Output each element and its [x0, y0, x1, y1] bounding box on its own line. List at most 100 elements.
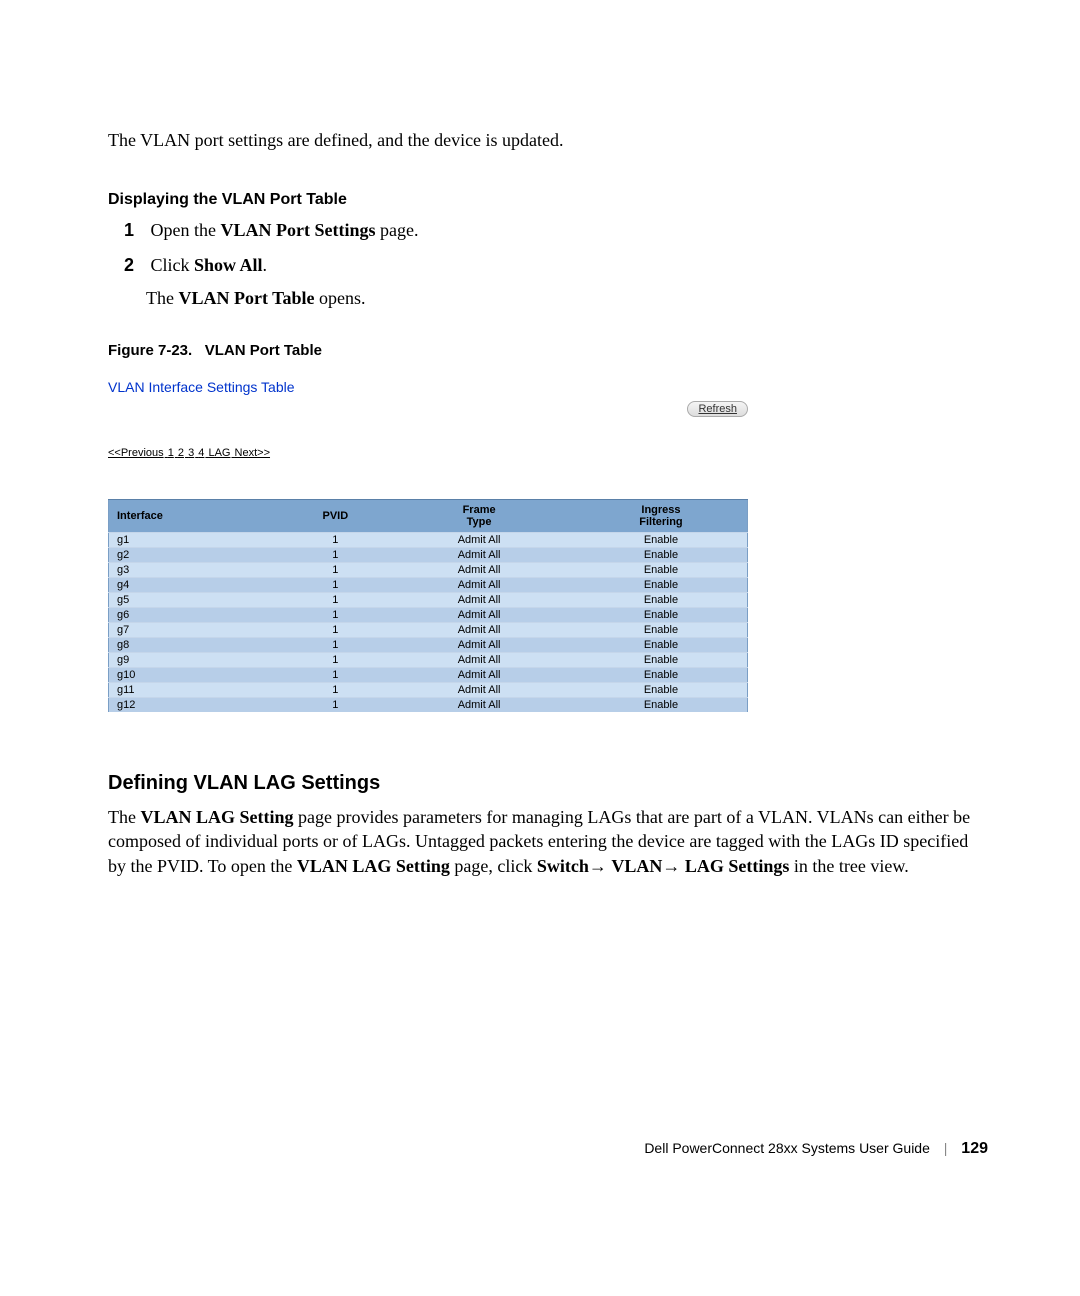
step-text-post: .	[263, 255, 268, 275]
col-interface-header: Interface	[109, 500, 288, 533]
pager-next-link[interactable]: Next>>	[235, 447, 270, 459]
screenshot-title: VLAN Interface Settings Table	[108, 379, 748, 395]
cell-pvid: 1	[287, 578, 383, 593]
step-text-pre: Open the	[151, 220, 221, 240]
cell-pvid: 1	[287, 548, 383, 563]
step-number: 1	[108, 217, 134, 244]
figure-caption: Figure 7-23. VLAN Port Table	[108, 342, 980, 359]
table-row: g21Admit AllEnable	[109, 548, 748, 563]
cell-interface: g11	[109, 683, 288, 698]
col-ingress-header: IngressFiltering	[575, 500, 748, 533]
cell-pvid: 1	[287, 563, 383, 578]
step-result-bold: VLAN Port Table	[178, 288, 314, 308]
cell-ingress-filtering: Enable	[575, 653, 748, 668]
cell-interface: g12	[109, 698, 288, 713]
section-heading-display-vlan-port-table: Displaying the VLAN Port Table	[108, 191, 980, 209]
step-result-pre: The	[146, 288, 178, 308]
cell-interface: g4	[109, 578, 288, 593]
cell-frame-type: Admit All	[383, 548, 575, 563]
footer-separator: |	[944, 1140, 948, 1156]
cell-ingress-filtering: Enable	[575, 578, 748, 593]
cell-interface: g2	[109, 548, 288, 563]
step-text-bold: VLAN Port Settings	[220, 220, 375, 240]
cell-frame-type: Admit All	[383, 608, 575, 623]
cell-pvid: 1	[287, 638, 383, 653]
table-row: g111Admit AllEnable	[109, 683, 748, 698]
cell-frame-type: Admit All	[383, 653, 575, 668]
cell-pvid: 1	[287, 653, 383, 668]
step-item: 1 Open the VLAN Port Settings page.	[108, 217, 980, 244]
table-row: g51Admit AllEnable	[109, 593, 748, 608]
cell-frame-type: Admit All	[383, 533, 575, 548]
cell-frame-type: Admit All	[383, 623, 575, 638]
pager-page-3-link[interactable]: 3	[188, 447, 194, 459]
section-heading-defining-vlan-lag: Defining VLAN LAG Settings	[108, 772, 980, 795]
cell-ingress-filtering: Enable	[575, 668, 748, 683]
step-text-post: page.	[375, 220, 418, 240]
cell-pvid: 1	[287, 593, 383, 608]
cell-ingress-filtering: Enable	[575, 698, 748, 713]
cell-pvid: 1	[287, 623, 383, 638]
steps-list: 1 Open the VLAN Port Settings page. 2 Cl…	[108, 217, 980, 312]
refresh-button[interactable]: Refresh	[687, 401, 748, 417]
cell-ingress-filtering: Enable	[575, 608, 748, 623]
pager-prev-link[interactable]: <<Previous	[108, 447, 164, 459]
cell-pvid: 1	[287, 608, 383, 623]
cell-ingress-filtering: Enable	[575, 548, 748, 563]
table-row: g91Admit AllEnable	[109, 653, 748, 668]
figure-caption-title: VLAN Port Table	[205, 342, 322, 359]
cell-interface: g5	[109, 593, 288, 608]
cell-frame-type: Admit All	[383, 578, 575, 593]
pager-page-2-link[interactable]: 2	[178, 447, 184, 459]
col-frame-header: FrameType	[383, 500, 575, 533]
cell-ingress-filtering: Enable	[575, 563, 748, 578]
cell-interface: g6	[109, 608, 288, 623]
cell-interface: g9	[109, 653, 288, 668]
table-row: g41Admit AllEnable	[109, 578, 748, 593]
page-footer: Dell PowerConnect 28xx Systems User Guid…	[108, 1140, 988, 1158]
cell-frame-type: Admit All	[383, 698, 575, 713]
pager-lag-link[interactable]: LAG	[208, 447, 230, 459]
footer-title: Dell PowerConnect 28xx Systems User Guid…	[644, 1140, 930, 1156]
cell-pvid: 1	[287, 683, 383, 698]
table-row: g11Admit AllEnable	[109, 533, 748, 548]
step-item: 2 Click Show All. The VLAN Port Table op…	[108, 252, 980, 312]
step-number: 2	[108, 252, 134, 279]
table-row: g121Admit AllEnable	[109, 698, 748, 713]
cell-pvid: 1	[287, 533, 383, 548]
cell-frame-type: Admit All	[383, 668, 575, 683]
cell-ingress-filtering: Enable	[575, 533, 748, 548]
vlan-port-table: Interface PVID FrameType IngressFilterin…	[108, 499, 748, 712]
footer-page-number: 129	[961, 1140, 988, 1157]
cell-pvid: 1	[287, 698, 383, 713]
cell-frame-type: Admit All	[383, 638, 575, 653]
cell-frame-type: Admit All	[383, 563, 575, 578]
step-result-post: opens.	[315, 288, 366, 308]
cell-interface: g8	[109, 638, 288, 653]
table-row: g81Admit AllEnable	[109, 638, 748, 653]
table-row: g71Admit AllEnable	[109, 623, 748, 638]
cell-frame-type: Admit All	[383, 683, 575, 698]
table-row: g61Admit AllEnable	[109, 608, 748, 623]
pager-page-1-link[interactable]: 1	[168, 447, 174, 459]
intro-text: The VLAN port settings are defined, and …	[108, 130, 980, 151]
vlan-port-table-screenshot: VLAN Interface Settings Table Refresh <<…	[108, 379, 748, 712]
col-pvid-header: PVID	[287, 500, 383, 533]
table-row: g101Admit AllEnable	[109, 668, 748, 683]
cell-ingress-filtering: Enable	[575, 593, 748, 608]
cell-ingress-filtering: Enable	[575, 683, 748, 698]
pager: <<Previous 1 2 3 4 LAG Next>>	[108, 447, 748, 459]
step-text-pre: Click	[151, 255, 195, 275]
body-paragraph: The VLAN LAG Setting page provides param…	[108, 805, 980, 878]
cell-interface: g10	[109, 668, 288, 683]
cell-interface: g7	[109, 623, 288, 638]
pager-page-4-link[interactable]: 4	[198, 447, 204, 459]
cell-ingress-filtering: Enable	[575, 638, 748, 653]
cell-interface: g3	[109, 563, 288, 578]
step-text-bold: Show All	[194, 255, 263, 275]
cell-ingress-filtering: Enable	[575, 623, 748, 638]
cell-frame-type: Admit All	[383, 593, 575, 608]
cell-pvid: 1	[287, 668, 383, 683]
cell-interface: g1	[109, 533, 288, 548]
figure-caption-prefix: Figure 7-23.	[108, 342, 192, 359]
